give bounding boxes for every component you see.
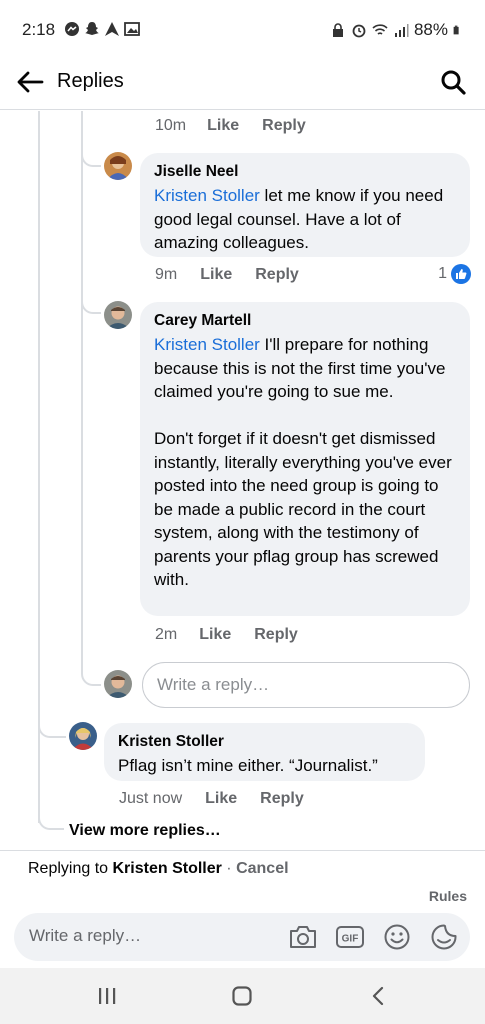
notification-icons	[64, 21, 140, 37]
comment-bubble[interactable]: Carey Martell Kristen Stoller I'll prepa…	[140, 302, 470, 616]
cancel-reply-button[interactable]: Cancel	[236, 860, 288, 877]
system-nav-bar	[0, 968, 485, 1024]
search-icon	[441, 70, 466, 95]
comment-time: 10m	[155, 117, 187, 134]
comment-body: I'll prepare for nothing because this is…	[154, 335, 452, 589]
comment-body: Pflag isn’t mine either. “Journalist.”	[118, 756, 378, 775]
recent-apps-icon	[99, 988, 116, 1004]
like-button[interactable]: Like	[205, 790, 237, 808]
avatar-image	[104, 152, 132, 180]
thread-connector-kristen	[38, 710, 66, 738]
comment-meta: 2m Like Reply	[155, 626, 298, 644]
replying-to-name: Kristen Stoller	[112, 860, 222, 877]
avatar[interactable]	[69, 722, 97, 750]
status-right: 88%	[330, 20, 463, 40]
mention-link[interactable]: Kristen Stoller	[154, 186, 260, 205]
avatar[interactable]	[104, 152, 132, 180]
replying-separator: ·	[221, 860, 237, 877]
camera-button[interactable]	[287, 922, 319, 952]
sticker-icon	[431, 924, 457, 950]
app-header: Replies	[0, 58, 485, 110]
alarm-icon	[352, 24, 366, 38]
snapchat-icon	[85, 22, 99, 35]
signal-icon	[394, 24, 409, 37]
comment-author[interactable]: Carey Martell	[154, 311, 456, 331]
comment-meta: 9m Like Reply	[155, 266, 299, 284]
avatar-image	[104, 301, 132, 329]
wifi-icon	[372, 24, 388, 35]
search-button[interactable]	[435, 64, 471, 100]
current-user-avatar	[104, 670, 132, 698]
replying-to-label: Replying to Kristen Stoller · Cancel	[28, 860, 289, 878]
gif-button[interactable]: GIF	[334, 922, 366, 952]
thread-connector-jiselle	[81, 145, 101, 167]
avatar[interactable]	[104, 301, 132, 329]
thread-line-outer-end	[38, 800, 64, 830]
arrow-left-icon	[17, 71, 44, 93]
reply-input-placeholder: Write a reply…	[29, 926, 142, 945]
reply-button[interactable]: Reply	[255, 266, 299, 284]
comment-time: 9m	[155, 266, 178, 283]
back-chevron-icon	[372, 986, 384, 1006]
thread-connector-carey	[81, 290, 101, 314]
reaction-number: 1	[438, 265, 447, 282]
lock-icon	[332, 23, 343, 37]
inline-reply-placeholder: Write a reply…	[157, 675, 270, 694]
battery-icon	[453, 25, 459, 35]
navigation-icon	[105, 22, 119, 36]
reply-button[interactable]: Reply	[262, 117, 306, 135]
battery-percent: 88%	[413, 20, 448, 39]
comment-meta: Just now Like Reply	[119, 790, 304, 808]
reply-composer[interactable]: Write a reply… GIF	[14, 913, 470, 961]
back-nav-button[interactable]	[358, 980, 398, 1012]
gif-icon: GIF	[336, 926, 364, 948]
status-time: 2:18	[22, 20, 56, 39]
comment-meta: 10m Like Reply	[155, 117, 306, 135]
comment-bubble[interactable]: Jiselle Neel Kristen Stoller let me know…	[140, 153, 470, 257]
page-title: Replies	[57, 70, 124, 92]
comment-bubble[interactable]: Kristen Stoller Pflag isn’t mine either.…	[104, 723, 425, 781]
emoji-button[interactable]	[381, 922, 413, 952]
camera-icon	[290, 926, 316, 948]
view-more-replies-link[interactable]: View more replies…	[69, 822, 221, 840]
avatar-image	[104, 670, 132, 698]
home-button[interactable]	[222, 980, 262, 1012]
status-bar: 2:18 88%	[0, 0, 485, 58]
reply-button[interactable]: Reply	[254, 626, 298, 644]
inline-reply-input[interactable]: Write a reply…	[142, 662, 470, 708]
svg-text:GIF: GIF	[342, 934, 359, 945]
like-button[interactable]: Like	[200, 266, 232, 284]
like-reaction-icon	[451, 264, 471, 284]
comment-time: 2m	[155, 626, 178, 643]
comment-text: Kristen Stoller I'll prepare for nothing…	[154, 333, 456, 592]
reaction-count[interactable]: 1	[438, 264, 471, 284]
reply-button[interactable]: Reply	[260, 790, 304, 808]
rules-link[interactable]: Rules	[429, 888, 467, 904]
image-icon	[124, 22, 140, 36]
sticker-button[interactable]	[428, 922, 460, 952]
like-button[interactable]: Like	[207, 117, 239, 135]
messenger-icon	[65, 22, 79, 36]
replying-bar: Replying to Kristen Stoller · Cancel Rul…	[0, 850, 485, 970]
emoji-icon	[384, 924, 410, 950]
comment-text: Kristen Stoller let me know if you need …	[154, 184, 456, 255]
avatar-image	[69, 722, 97, 750]
composer-actions: GIF	[287, 922, 460, 952]
mention-link[interactable]: Kristen Stoller	[154, 335, 260, 354]
replying-prefix: Replying to	[28, 860, 113, 877]
comment-time: Just now	[119, 790, 183, 807]
home-icon	[232, 986, 252, 1006]
comment-author[interactable]: Jiselle Neel	[154, 162, 456, 182]
comment-author[interactable]: Kristen Stoller	[118, 732, 411, 752]
thread-line-inner	[81, 111, 83, 661]
like-button[interactable]: Like	[199, 626, 231, 644]
recent-apps-button[interactable]	[87, 980, 127, 1012]
thread-line-inner-end	[81, 652, 101, 686]
back-button[interactable]	[12, 64, 48, 100]
